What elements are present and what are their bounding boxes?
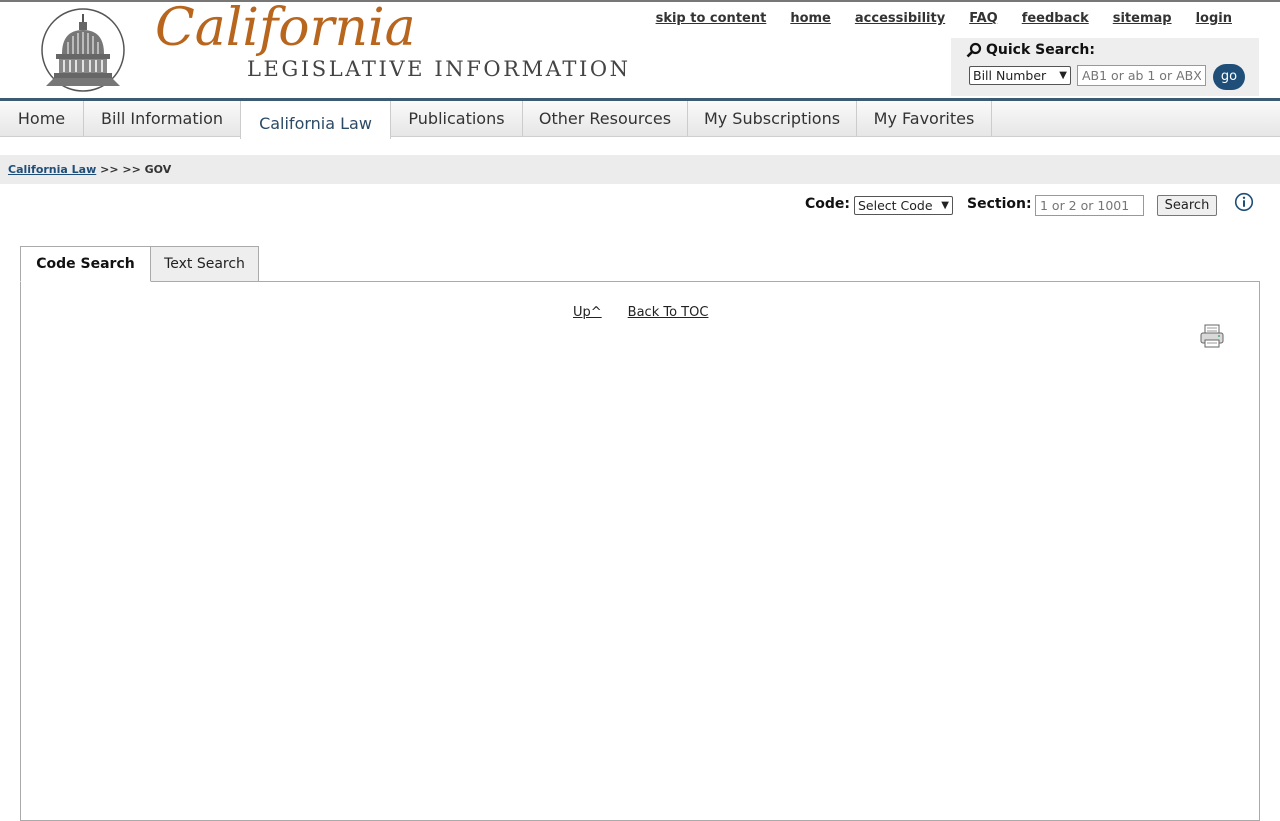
nav-my-favorites[interactable]: My Favorites xyxy=(857,101,992,136)
back-to-toc-link[interactable]: Back To TOC xyxy=(628,305,709,320)
breadcrumb: California Law >> >> GOV xyxy=(0,155,1280,184)
accessibility-link[interactable]: accessibility xyxy=(855,11,945,26)
tab-text-search[interactable]: Text Search xyxy=(150,246,259,282)
nav-home[interactable]: Home xyxy=(0,101,84,136)
magnifier-icon xyxy=(966,42,982,58)
breadcrumb-california-law-link[interactable]: California Law xyxy=(8,163,96,176)
bill-type-selected: Bill Number xyxy=(973,68,1047,83)
content-panel xyxy=(20,281,1260,821)
nav-california-law[interactable]: California Law xyxy=(240,101,391,139)
quick-search-label: Quick Search: xyxy=(986,42,1095,58)
faq-link[interactable]: FAQ xyxy=(969,11,998,26)
search-button[interactable]: Search xyxy=(1157,195,1217,216)
login-link[interactable]: login xyxy=(1196,11,1232,26)
main-nav: Home Bill Information California Law Pub… xyxy=(0,101,1280,139)
logo-subtitle: LEGISLATIVE INFORMATION xyxy=(247,57,631,81)
code-select[interactable]: Select Code ▼ xyxy=(854,196,953,215)
printer-icon[interactable] xyxy=(1199,323,1225,349)
capitol-dome-icon xyxy=(41,8,125,92)
chevron-down-icon: ▼ xyxy=(941,200,949,211)
nav-other-resources[interactable]: Other Resources xyxy=(523,101,688,136)
panel-nav-links: Up^ Back To TOC xyxy=(573,305,708,320)
site-logo[interactable]: California LEGISLATIVE INFORMATION xyxy=(40,2,628,92)
skip-to-content-link[interactable]: skip to content xyxy=(656,11,767,26)
up-link[interactable]: Up^ xyxy=(573,305,602,320)
code-label: Code: xyxy=(805,196,851,212)
code-section-search: Code: Select Code ▼ Section: Search xyxy=(805,192,1280,218)
section-label: Section: xyxy=(967,196,1032,212)
chevron-down-icon: ▼ xyxy=(1059,70,1067,81)
quick-search-title: Quick Search: xyxy=(966,42,1095,58)
go-button[interactable]: go xyxy=(1213,64,1245,90)
code-selected-value: Select Code xyxy=(858,198,933,213)
utility-links: skip to content home accessibility FAQ f… xyxy=(656,11,1232,26)
logo-script-text: California xyxy=(155,0,416,58)
quick-search-box: Quick Search: Bill Number ▼ go xyxy=(951,38,1259,96)
bill-type-select[interactable]: Bill Number ▼ xyxy=(969,66,1071,85)
info-icon[interactable] xyxy=(1234,192,1254,212)
tab-code-search[interactable]: Code Search xyxy=(20,246,151,282)
nav-bill-information[interactable]: Bill Information xyxy=(84,101,241,136)
section-input[interactable] xyxy=(1035,195,1144,216)
nav-publications[interactable]: Publications xyxy=(391,101,523,136)
home-link[interactable]: home xyxy=(790,11,831,26)
nav-my-subscriptions[interactable]: My Subscriptions xyxy=(688,101,857,136)
bill-number-input[interactable] xyxy=(1077,65,1206,86)
breadcrumb-trail: >> >> GOV xyxy=(100,163,172,176)
feedback-link[interactable]: feedback xyxy=(1022,11,1089,26)
sitemap-link[interactable]: sitemap xyxy=(1113,11,1172,26)
